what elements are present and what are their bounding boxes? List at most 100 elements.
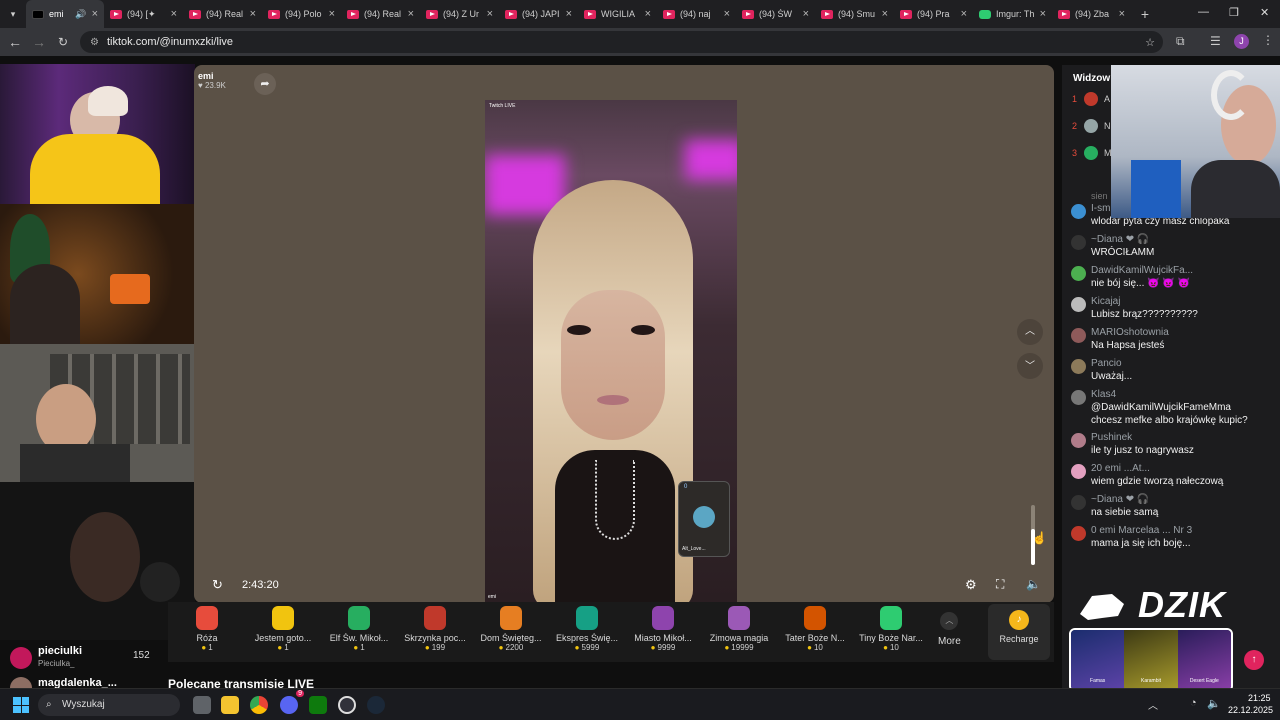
rank-number: 3 (1072, 148, 1078, 158)
avatar (1071, 297, 1086, 312)
tab-audio-icon[interactable]: 🔊 (75, 9, 86, 20)
tray-chevron-icon[interactable]: ︿ (1148, 697, 1158, 712)
browser-tab[interactable]: (94) ŚW × (736, 0, 815, 28)
live-player[interactable]: emi ♥ 23.9K ➦ Twitch LIVE emi 0 Alt_Love… (194, 65, 1054, 603)
forward-button[interactable]: → (27, 30, 51, 54)
reload-button[interactable]: ↻ (51, 30, 75, 54)
browser-tab[interactable]: (94) [✦ × (104, 0, 183, 28)
minimize-button[interactable]: — (1198, 6, 1209, 18)
tab-search-button[interactable]: ▾ (0, 2, 26, 26)
browser-tab[interactable]: (94) JAPI × (499, 0, 578, 28)
avatar (1071, 235, 1086, 250)
settings-icon[interactable]: ⚙ (965, 577, 977, 593)
gift-icon (652, 606, 674, 630)
close-tab-icon[interactable]: × (961, 8, 967, 20)
browser-tab[interactable]: (94) Real × (341, 0, 420, 28)
network-icon[interactable]: ◔ (1190, 697, 1197, 709)
leaderboard-row[interactable]: 2N (1072, 119, 1111, 141)
gift-price: 9999 (624, 643, 702, 652)
close-tab-icon[interactable]: × (408, 8, 414, 20)
profile-avatar[interactable]: J (1234, 34, 1249, 49)
gift-item[interactable]: Zimowa magia19999 (700, 606, 778, 652)
fullscreen-icon[interactable]: ⛶ (996, 577, 1004, 592)
gift-icon (196, 606, 218, 630)
clock-date[interactable]: 22.12.2025 (1228, 705, 1273, 715)
heart-icon: ♥ (198, 81, 203, 90)
browser-tab[interactable]: Imgur: Th × (973, 0, 1052, 28)
leaderboard-row[interactable]: 3M (1072, 146, 1112, 168)
gift-item[interactable]: Miasto Mikoł...9999 (624, 606, 702, 652)
gift-item[interactable]: Jestem goto...1 (244, 606, 322, 652)
discord-icon[interactable]: 9 (280, 690, 304, 714)
guest-window[interactable]: 0 Alt_Love... (678, 481, 730, 557)
webcam-2 (0, 204, 195, 344)
necklace (595, 460, 635, 540)
chat-text: na siebie samą (1091, 507, 1159, 518)
close-tab-icon[interactable]: × (803, 8, 809, 20)
gift-item[interactable]: Róża1 (168, 606, 246, 652)
gift-item[interactable]: Ekspres Świę...5999 (548, 606, 626, 652)
sidebar-user-name: magdalenka_... (38, 677, 117, 688)
steam-icon[interactable] (367, 696, 385, 714)
sidebar-user[interactable]: magdalenka_... (0, 674, 168, 688)
close-tab-icon[interactable]: × (645, 8, 651, 20)
new-tab-button[interactable]: + (1135, 6, 1155, 22)
close-tab-icon[interactable]: × (329, 8, 335, 20)
obs-icon[interactable] (338, 696, 356, 714)
gift-item[interactable]: Skrzynka poc...199 (396, 606, 474, 652)
task-view-icon[interactable] (193, 696, 211, 714)
close-tab-icon[interactable]: × (92, 8, 98, 20)
browser-tab[interactable]: (94) Zba × (1052, 0, 1131, 28)
browser-tab[interactable]: (94) Z Ur × (420, 0, 499, 28)
share-button[interactable]: ➦ (254, 73, 276, 95)
gift-item[interactable]: Dom Święteg...2200 (472, 606, 550, 652)
refresh-icon[interactable]: ↻ (212, 577, 223, 593)
close-tab-icon[interactable]: × (1119, 8, 1125, 20)
site-info-icon[interactable]: ⚙ (90, 37, 99, 48)
scroll-to-bottom-button[interactable]: ↑ (1244, 650, 1264, 670)
close-tab-icon[interactable]: × (171, 8, 177, 20)
browser-tab[interactable]: (94) Real × (183, 0, 262, 28)
close-tab-icon[interactable]: × (487, 8, 493, 20)
close-tab-icon[interactable]: × (566, 8, 572, 20)
gifts-more-button[interactable]: ︿ More (938, 612, 961, 647)
back-button[interactable]: ← (3, 30, 27, 54)
extensions-icon[interactable]: ⧉ (1176, 34, 1185, 49)
browser-tab[interactable]: (94) Smu × (815, 0, 894, 28)
gift-price: 1 (244, 643, 322, 652)
leaderboard-row[interactable]: 1A (1072, 92, 1110, 114)
maximize-button[interactable]: ❐ (1229, 6, 1239, 19)
taskbar-search[interactable]: ⌕ Wyszukaj (38, 694, 180, 716)
video-caption: emi (488, 594, 497, 600)
browser-tab[interactable]: (94) Pra × (894, 0, 973, 28)
close-tab-icon[interactable]: × (882, 8, 888, 20)
sidebar-user[interactable]: pieciulki Pieciulka_ 152 (0, 642, 168, 672)
close-tab-icon[interactable]: × (724, 8, 730, 20)
xbox-icon[interactable] (309, 696, 327, 714)
recharge-button[interactable]: ♪ Recharge (988, 604, 1050, 660)
bookmark-star-icon[interactable]: ☆ (1145, 36, 1155, 49)
browser-menu-button[interactable]: ⋮ (1262, 33, 1274, 47)
volume-tray-icon[interactable]: 🔈 (1207, 697, 1221, 710)
gift-item[interactable]: Tiny Boże Nar...10 (852, 606, 930, 652)
volume-icon[interactable]: 🔈 (1026, 577, 1041, 591)
close-tab-icon[interactable]: × (250, 8, 256, 20)
next-live-button[interactable]: ﹀ (1017, 353, 1043, 379)
video-badge: Twitch LIVE (489, 103, 516, 109)
browser-tab[interactable]: (94) naj × (657, 0, 736, 28)
gift-item[interactable]: Tater Boże N...10 (776, 606, 854, 652)
windows-start-icon[interactable] (13, 697, 29, 713)
address-bar[interactable]: ⚙ tiktok.com/@inumxzki/live ☆ (80, 31, 1163, 53)
close-window-button[interactable]: ✕ (1260, 6, 1269, 19)
host-info[interactable]: emi ♥ 23.9K (198, 71, 226, 90)
previous-live-button[interactable]: ︿ (1017, 319, 1043, 345)
close-tab-icon[interactable]: × (1040, 8, 1046, 20)
browser-tab[interactable]: WIGILIA × (578, 0, 657, 28)
browser-tab[interactable]: (94) Polo × (262, 0, 341, 28)
file-explorer-icon[interactable] (221, 696, 239, 714)
media-control-icon[interactable]: ☰ (1210, 34, 1221, 48)
gift-item[interactable]: Elf Św. Mikoł...1 (320, 606, 398, 652)
browser-tab[interactable]: emi 🔊 × (26, 0, 104, 28)
chrome-icon[interactable] (250, 696, 268, 714)
clock-time[interactable]: 21:25 (1248, 693, 1271, 703)
